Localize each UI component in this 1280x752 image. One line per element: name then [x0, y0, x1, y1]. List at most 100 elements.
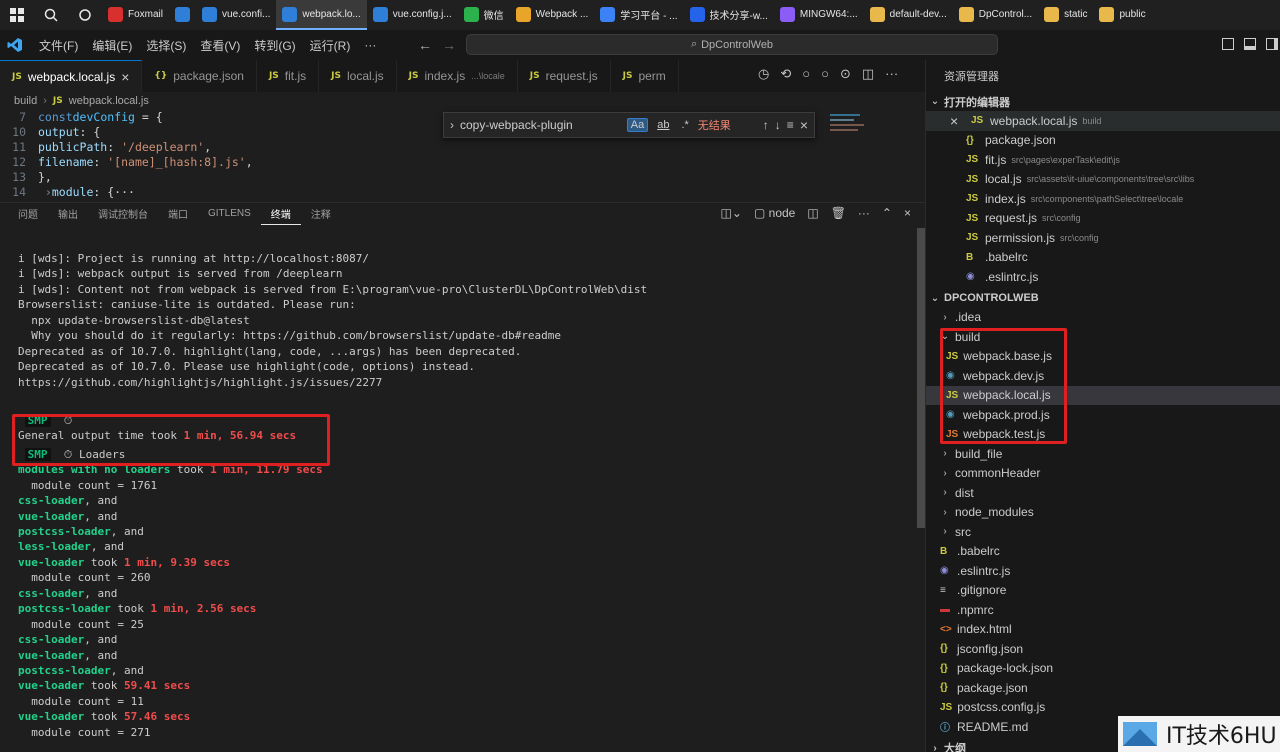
menu-item[interactable]: 编辑(E): [85, 37, 139, 54]
open-editor-item[interactable]: JS local.js src\assets\it-uiue\components\…: [926, 170, 1280, 190]
panel-tab[interactable]: 终端: [260, 203, 301, 225]
folder-item[interactable]: › node_modules: [926, 503, 1280, 523]
terminal-instance[interactable]: ▢ node: [754, 206, 795, 220]
taskbar-app[interactable]: public: [1093, 0, 1151, 30]
open-editor-item[interactable]: JS index.js src\components\pathSelect\tree…: [926, 189, 1280, 209]
open-editor-item[interactable]: B .babelrc: [926, 248, 1280, 268]
menu-item[interactable]: ···: [357, 38, 383, 52]
panel-tab[interactable]: GITLENS: [198, 203, 261, 225]
taskbar-app[interactable]: DpControl...: [953, 0, 1038, 30]
close-icon[interactable]: ×: [950, 113, 966, 129]
timeline-icon[interactable]: ◷: [758, 66, 769, 82]
folder-item[interactable]: › dist: [926, 483, 1280, 503]
open-editors-header[interactable]: ⌄ 打开的编辑器: [926, 92, 1280, 111]
previous-change-icon[interactable]: ○: [802, 66, 810, 82]
panel-tab[interactable]: 输出: [48, 203, 88, 225]
find-input[interactable]: copy-webpack-plugin: [460, 118, 621, 132]
next-match-icon[interactable]: ↓: [775, 118, 781, 132]
file-item[interactable]: ◉ .eslintrc.js: [926, 561, 1280, 581]
fold-chevron-icon[interactable]: ›: [38, 185, 52, 198]
windows-start-icon[interactable]: [0, 0, 34, 30]
search-icon[interactable]: [34, 0, 68, 30]
taskbar-app[interactable]: 技术分享-w...: [684, 0, 774, 30]
close-icon[interactable]: ×: [800, 117, 808, 133]
panel-tab[interactable]: 调试控制台: [88, 203, 158, 225]
folder-item[interactable]: › .idea: [926, 308, 1280, 328]
find-in-selection-icon[interactable]: ≡: [787, 118, 794, 132]
taskbar-app[interactable]: 学习平台 - ...: [594, 0, 683, 30]
open-editor-item[interactable]: ◉ .eslintrc.js: [926, 267, 1280, 287]
open-editor-item[interactable]: JS permission.js src\config: [926, 228, 1280, 248]
editor-tab[interactable]: JS webpack.local.js ×: [0, 60, 143, 92]
file-item[interactable]: {} package-lock.json: [926, 659, 1280, 679]
taskbar-app[interactable]: default-dev...: [864, 0, 953, 30]
close-icon[interactable]: ×: [121, 69, 129, 85]
folder-item[interactable]: › commonHeader: [926, 464, 1280, 484]
close-panel-icon[interactable]: ×: [904, 206, 911, 220]
maximize-panel-icon[interactable]: ⌃: [882, 206, 892, 220]
taskbar-app[interactable]: webpack.lo...: [276, 0, 367, 30]
menu-item[interactable]: 运行(R): [303, 37, 358, 54]
editor-tab[interactable]: JS request.js: [518, 60, 611, 92]
forward-arrow-icon[interactable]: →: [442, 37, 456, 53]
open-editor-item[interactable]: JS request.js src\config: [926, 209, 1280, 229]
open-editor-item[interactable]: × JS webpack.local.js build: [926, 111, 1280, 131]
regex-toggle[interactable]: .*: [678, 119, 691, 131]
file-item[interactable]: ≡ .gitignore: [926, 581, 1280, 601]
match-whole-word-toggle[interactable]: ab: [654, 119, 672, 131]
next-change-icon[interactable]: ○: [821, 66, 829, 82]
open-editor-item[interactable]: JS fit.js src\pages\experTask\edit\js: [926, 150, 1280, 170]
previous-match-icon[interactable]: ↑: [763, 118, 769, 132]
minimap[interactable]: [830, 110, 870, 150]
panel-tab[interactable]: 问题: [8, 203, 48, 225]
taskbar-app[interactable]: 微信: [458, 0, 510, 30]
editor-tab[interactable]: JS fit.js: [257, 60, 320, 92]
split-editor-icon[interactable]: ◫: [862, 66, 874, 82]
file-item[interactable]: <> index.html: [926, 620, 1280, 640]
menu-item[interactable]: 转到(G): [247, 37, 302, 54]
terminal-output[interactable]: i [wds]: Project is running at http://lo…: [0, 228, 915, 752]
panel-tab[interactable]: 端口: [158, 203, 198, 225]
open-editor-item[interactable]: {} package.json: [926, 131, 1280, 151]
breadcrumb-file[interactable]: webpack.local.js: [69, 95, 149, 107]
terminal-scrollbar[interactable]: [917, 228, 925, 528]
file-item[interactable]: {} jsconfig.json: [926, 639, 1280, 659]
editor-tab[interactable]: JS perm: [611, 60, 679, 92]
editor-tab[interactable]: JS index.js ...\locale: [397, 60, 518, 92]
folder-item[interactable]: › src: [926, 522, 1280, 542]
editor-tab[interactable]: {} package.json: [142, 60, 257, 92]
folder-item[interactable]: › build_file: [926, 444, 1280, 464]
toggle-panel-icon[interactable]: [1244, 38, 1256, 50]
taskbar-app[interactable]: static: [1038, 0, 1093, 30]
breadcrumb-folder[interactable]: build: [14, 95, 37, 107]
task-view-icon[interactable]: [68, 0, 102, 30]
file-item[interactable]: B .babelrc: [926, 542, 1280, 562]
open-changes-icon[interactable]: ⊙: [840, 66, 851, 82]
taskbar-app[interactable]: Webpack ...: [510, 0, 595, 30]
file-item[interactable]: {} package.json: [926, 678, 1280, 698]
file-item[interactable]: ▬ .npmrc: [926, 600, 1280, 620]
taskbar-app[interactable]: vue.confi...: [196, 0, 276, 30]
taskbar-app[interactable]: Foxmail: [102, 0, 169, 30]
editor-tab[interactable]: JS local.js: [319, 60, 397, 92]
command-center[interactable]: ⌕ DpControlWeb: [466, 34, 998, 55]
more-actions-icon[interactable]: ···: [885, 66, 898, 82]
taskbar-app[interactable]: MINGW64:...: [774, 0, 864, 30]
project-header[interactable]: ⌄ DPCONTROLWEB: [926, 289, 1280, 308]
taskbar-app[interactable]: [169, 0, 196, 30]
file-item[interactable]: JS postcss.config.js: [926, 698, 1280, 718]
match-case-toggle[interactable]: Aa: [626, 118, 649, 132]
back-arrow-icon[interactable]: ←: [418, 37, 432, 53]
gitlens-compare-icon[interactable]: ⟲: [780, 66, 791, 82]
split-panel-icon[interactable]: ◫: [807, 206, 818, 220]
menu-item[interactable]: 查看(V): [193, 37, 247, 54]
taskbar-app[interactable]: vue.config.j...: [367, 0, 458, 30]
trash-icon[interactable]: 🗑: [831, 206, 846, 220]
panel-tab[interactable]: 注释: [301, 203, 341, 225]
menu-item[interactable]: 选择(S): [139, 37, 193, 54]
more-actions-icon[interactable]: ···: [858, 206, 870, 220]
toggle-replace-chevron-icon[interactable]: ›: [450, 118, 454, 132]
toggle-secondary-sidebar-icon[interactable]: [1266, 38, 1278, 50]
toggle-sidebar-icon[interactable]: [1222, 38, 1234, 50]
menu-item[interactable]: 文件(F): [32, 37, 85, 54]
